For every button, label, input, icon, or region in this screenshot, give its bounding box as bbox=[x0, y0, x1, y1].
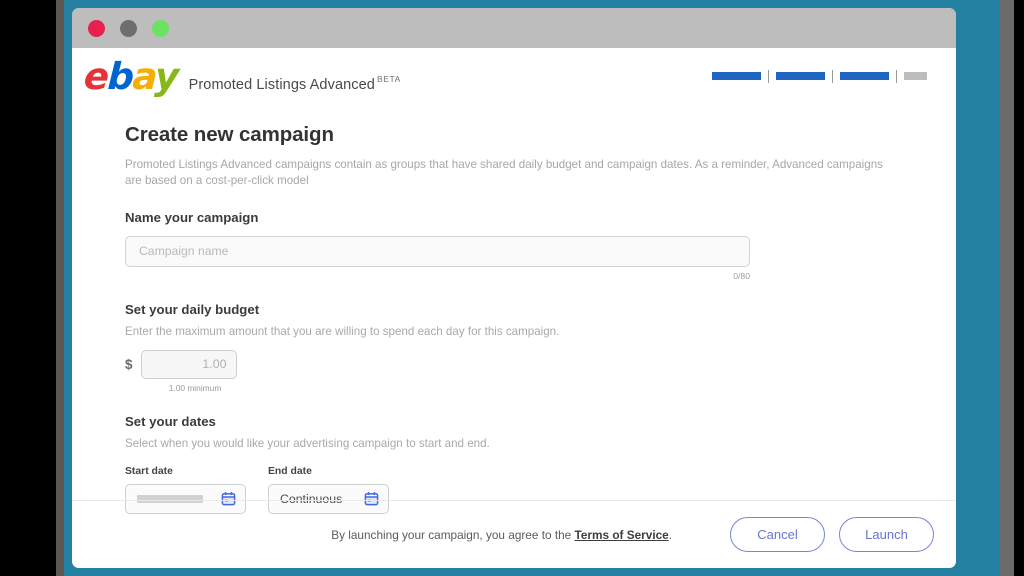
page-body: ebay Promoted Listings Advanced BETA Crea… bbox=[72, 48, 956, 568]
nav-placeholder-2[interactable] bbox=[776, 72, 825, 80]
window-titlebar bbox=[72, 8, 956, 48]
terms-of-service-link[interactable]: Terms of Service bbox=[575, 528, 669, 542]
app-header: ebay Promoted Listings Advanced BETA bbox=[72, 48, 956, 104]
nav-divider-3 bbox=[896, 69, 897, 83]
logo-letter-y: y bbox=[153, 54, 179, 98]
dates-section-description: Select when you would like your advertis… bbox=[125, 436, 490, 450]
page-description: Promoted Listings Advanced campaigns con… bbox=[125, 158, 883, 187]
maximize-window-button[interactable] bbox=[152, 19, 169, 37]
character-counter: 0/80 bbox=[733, 270, 750, 281]
terms-notice: By launching your campaign, you agree to… bbox=[331, 528, 672, 542]
device-edge-right bbox=[1000, 0, 1014, 576]
header-nav-placeholders bbox=[705, 69, 934, 83]
terms-suffix: . bbox=[668, 527, 672, 542]
start-date-label: Start date bbox=[125, 465, 173, 477]
budget-field bbox=[140, 349, 237, 379]
budget-minimum-hint: 1.00 minimum bbox=[168, 382, 222, 393]
campaign-name-input[interactable] bbox=[125, 235, 750, 267]
campaign-name-wrapper: 0/80 bbox=[125, 235, 750, 281]
app-window: ebay Promoted Listings Advanced BETA Crea… bbox=[72, 8, 956, 568]
budget-section-label: Set your daily budget bbox=[125, 301, 260, 317]
logo-letter-b: b bbox=[106, 54, 134, 98]
end-date-label: End date bbox=[268, 465, 312, 477]
device-edge-left bbox=[56, 0, 64, 576]
nav-placeholder-1[interactable] bbox=[712, 72, 761, 80]
minimize-window-button[interactable] bbox=[120, 19, 137, 37]
page-title: Create new campaign bbox=[125, 123, 334, 146]
screen-root: ebay Promoted Listings Advanced BETA Crea… bbox=[0, 0, 1024, 576]
budget-row: $ bbox=[125, 349, 916, 379]
brand: ebay Promoted Listings Advanced BETA bbox=[82, 54, 401, 98]
launch-button[interactable]: Launch bbox=[839, 517, 934, 552]
daily-budget-input[interactable] bbox=[140, 349, 237, 379]
close-window-button[interactable] bbox=[88, 19, 105, 37]
dates-section-label: Set your dates bbox=[125, 413, 216, 429]
nav-placeholder-3[interactable] bbox=[840, 72, 889, 80]
form-content: Create new campaign Promoted Listings Ad… bbox=[72, 104, 956, 514]
nav-placeholder-4[interactable] bbox=[904, 72, 927, 80]
nav-divider-2 bbox=[832, 69, 833, 83]
logo-letter-e: e bbox=[82, 54, 109, 98]
cancel-button[interactable]: Cancel bbox=[730, 517, 825, 552]
ebay-logo[interactable]: ebay bbox=[82, 54, 179, 98]
nav-divider-1 bbox=[768, 69, 769, 83]
app-title: Promoted Listings Advanced BETA bbox=[189, 74, 401, 93]
beta-badge: BETA bbox=[376, 73, 401, 84]
terms-prefix: By launching your campaign, you agree to… bbox=[331, 527, 575, 542]
app-title-text: Promoted Listings Advanced bbox=[188, 76, 375, 93]
form-footer: By launching your campaign, you agree to… bbox=[72, 500, 956, 568]
name-section-label: Name your campaign bbox=[125, 209, 259, 225]
logo-letter-a: a bbox=[131, 54, 157, 98]
budget-section-description: Enter the maximum amount that you are wi… bbox=[125, 324, 560, 338]
currency-symbol: $ bbox=[125, 356, 133, 372]
